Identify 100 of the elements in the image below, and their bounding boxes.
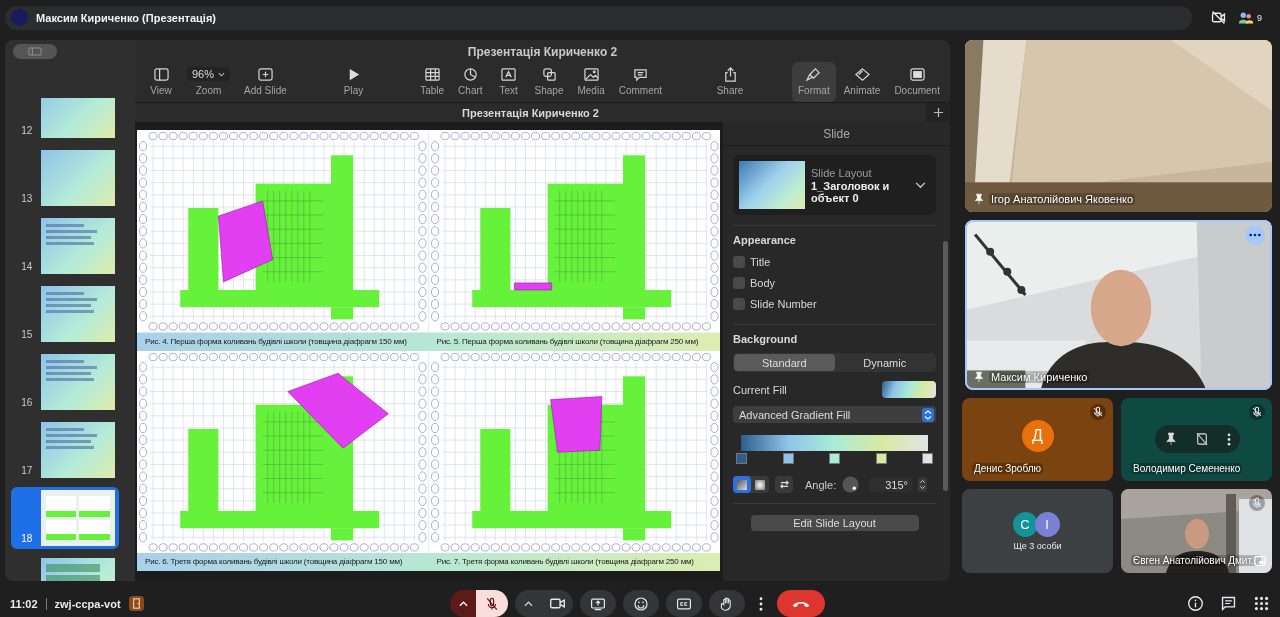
more-icon[interactable] [1226,432,1231,446]
toolbar-button[interactable]: Chart [452,62,489,102]
section-heading: Appearance [733,234,797,246]
slide-thumbnail[interactable]: 18 [11,487,119,549]
more-icon [1249,233,1261,237]
chat-icon[interactable] [1220,595,1237,612]
toolbar-button[interactable]: Shape [528,62,570,102]
apps-icon[interactable] [1253,595,1270,612]
plus-box-icon [256,66,274,82]
document-tab[interactable]: Презентація Кириченко 2 [135,103,926,122]
gradient-bar[interactable] [741,435,928,451]
raise-hand-button[interactable] [709,590,745,617]
meeting-time: 11:02 [10,597,38,610]
document-icon [908,66,926,82]
figure-caption: Рис. 4. Перша форма коливань будівлі школи (товщина діафрагм 150 мм) [144,335,408,348]
camera-off-icon[interactable] [1210,9,1227,26]
table-icon [423,66,441,82]
swap-button[interactable] [775,476,793,493]
stepper-icon [922,407,934,422]
more-participants-label: Ще 3 особи [1013,540,1062,551]
segment-button[interactable]: Standard [734,354,835,371]
checkbox-label: Body [750,276,776,289]
toolbar-button[interactable]: Share [710,62,750,102]
fill-type-dropdown[interactable]: Advanced Gradient Fill [733,406,936,423]
gradient-icon [737,479,747,490]
toolbar-button[interactable]: Add Slide [238,62,293,102]
toolbar-button[interactable]: 96% Zoom [181,62,237,102]
image-icon [582,66,600,82]
stepper-icon[interactable] [917,477,927,492]
fill-label: Current Fill [733,383,787,396]
sidebar-icon [28,47,42,56]
sidebar-toggle-button[interactable] [13,44,57,59]
gradient-stop[interactable] [875,453,887,464]
figure-caption: Рис. 7. Третя форма коливань будівлі школи (товщина діафрагм 250 мм) [435,556,695,568]
caret-icon [523,600,533,607]
caret-icon [218,71,226,77]
window-title: Презентація Кириченко 2 [466,44,619,61]
avatar: Д [1021,420,1054,452]
edit-slide-layout-button[interactable]: Edit Slide Layout [750,515,919,531]
gradient-type-button[interactable] [733,476,751,493]
slide-thumbnail[interactable]: 16 [11,351,119,413]
audio-options-button[interactable] [450,590,476,617]
section-heading: Background [733,333,799,345]
avatar: С [1012,511,1038,537]
remove-tile-icon[interactable] [1195,432,1208,446]
text-box-icon [500,66,518,82]
pie-chart-icon [461,66,479,82]
avatar: І [1034,511,1060,537]
angle-knob[interactable] [842,476,860,493]
reactions-button[interactable] [623,590,659,617]
gradient-stop[interactable] [782,453,794,464]
microphone-off-icon [484,595,500,612]
microphone-button[interactable] [476,590,508,617]
video-options-button[interactable] [515,590,541,617]
checkbox[interactable] [733,276,745,289]
slide-thumbnail[interactable]: 12 [11,98,119,141]
presentation-title: Максим Кириченко (Презентація) [36,11,216,24]
panel-title: Slide [723,122,950,146]
chevron-icon [915,181,926,189]
toolbar-button[interactable]: Animate [837,62,887,102]
toolbar-button[interactable]: Table [414,62,451,102]
fill-swatch[interactable] [882,381,936,398]
gradient-icon [755,479,765,490]
avatar-icon [11,9,28,26]
swap-icon [778,479,790,490]
checkbox-label: Title [750,255,771,268]
slide-thumbnail[interactable]: 14 [11,215,119,277]
sidebar-icon [152,66,170,82]
captions-button[interactable] [666,590,702,617]
slide-layout-picker[interactable]: Slide Layout 1_Заголовок и объект 0 [733,155,936,215]
pin-icon[interactable] [1164,432,1177,446]
caret-icon [458,600,468,607]
toolbar-button[interactable]: Text [490,62,527,102]
meeting-code: zwj-ccpa-vot [54,597,121,610]
toolbar-button[interactable]: Format [792,62,836,102]
toolbar-button[interactable]: Media [571,62,611,102]
present-screen-button[interactable] [580,590,616,617]
toolbar-button[interactable]: Comment [612,62,669,102]
toolbar-button[interactable]: Play [335,62,372,102]
checkbox[interactable] [733,297,745,310]
leave-call-button[interactable] [777,590,825,617]
figure-caption: Рис. 6. Третя форма коливань будівлі школи (товщина діафрагм 150 мм) [144,556,404,568]
angle-field[interactable]: 315° [869,477,912,492]
more-icon [759,596,763,611]
slide-thumbnail[interactable]: 15 [11,283,119,345]
figure-caption: Рис. 5. Перша форма коливань будівлі школи (товщина діафрагм 250 мм) [435,335,700,348]
slide-thumbnail[interactable]: 13 [11,147,119,209]
toolbar-button[interactable]: Document [888,62,946,102]
checkbox[interactable] [733,255,745,268]
host-controls-icon[interactable] [128,596,144,611]
slide-thumbnail[interactable]: 17 [11,419,119,481]
segment-button[interactable]: Dynamic [834,354,935,371]
plus-icon [932,107,944,118]
comment-icon [631,66,649,82]
checkbox-label: Slide Number [750,297,817,310]
camera-button[interactable] [541,590,573,617]
brush-icon [805,66,823,82]
info-icon[interactable] [1187,595,1204,612]
participants-button[interactable]: 9 [1237,8,1262,27]
toolbar-button[interactable]: View [143,62,179,102]
